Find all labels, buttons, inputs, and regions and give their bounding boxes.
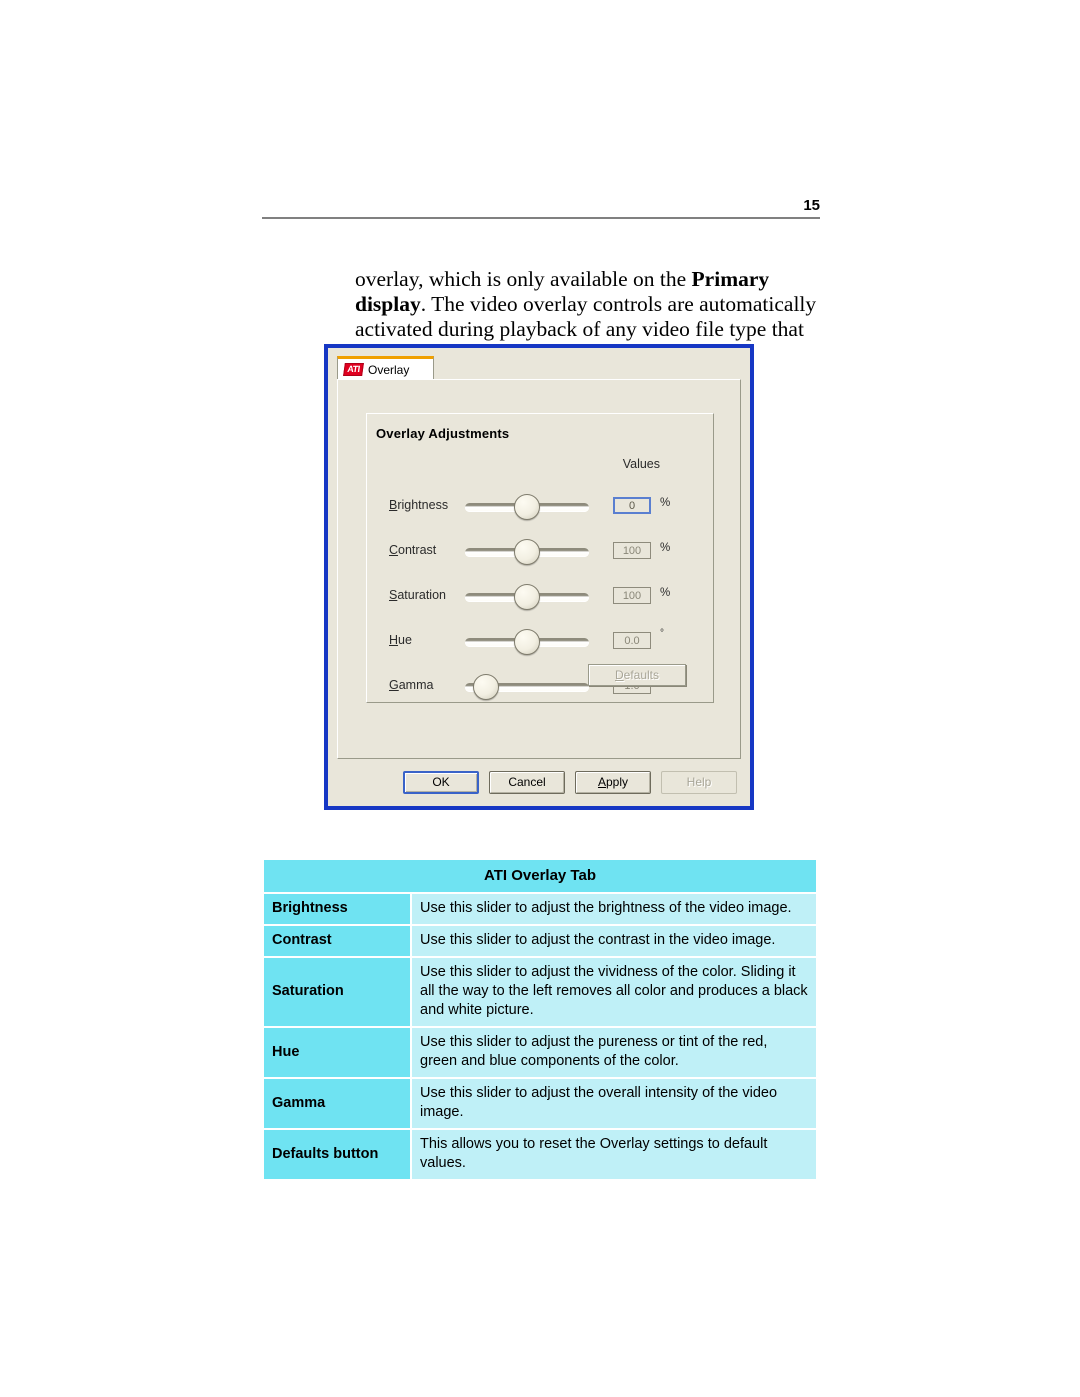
value-field-saturation[interactable]: 100 — [613, 587, 651, 604]
tab-overlay-label: Overlay — [368, 362, 410, 377]
slider-saturation[interactable] — [465, 584, 589, 610]
ok-button[interactable]: OK — [403, 770, 479, 794]
table-desc-gamma: Use this slider to adjust the overall in… — [412, 1079, 816, 1128]
accel-defaults: D — [614, 668, 624, 682]
value-field-hue[interactable]: 0.0 — [613, 632, 651, 649]
ati-overlay-dialog: ATI Overlay Overlay Adjustments Values B… — [324, 344, 754, 810]
slider-label-contrast: Contrast — [389, 543, 436, 557]
table-row: Hue Use this slider to adjust the purene… — [264, 1028, 816, 1077]
accel-apply: A — [597, 775, 606, 789]
accel-hue: H — [389, 633, 399, 647]
table-row: Gamma Use this slider to adjust the over… — [264, 1079, 816, 1128]
apply-button[interactable]: Apply — [575, 770, 651, 794]
value-field-contrast[interactable]: 100 — [613, 542, 651, 559]
slider-thumb-gamma[interactable] — [472, 674, 499, 700]
slider-thumb-contrast[interactable] — [514, 539, 540, 565]
slider-label-hue: Hue — [389, 633, 412, 647]
table-term-defaults-button: Defaults button — [264, 1130, 410, 1179]
value-field-brightness[interactable]: 0 — [613, 497, 651, 514]
tab-page-overlay: Overlay Adjustments Values Brightness 0 … — [337, 379, 741, 759]
table-row: Contrast Use this slider to adjust the c… — [264, 926, 816, 956]
groupbox-title: Overlay Adjustments — [376, 426, 510, 441]
value-unit-contrast: % — [660, 542, 671, 554]
defaults-button[interactable]: Defaults — [588, 664, 686, 686]
label-rest-saturation: aturation — [397, 588, 446, 602]
label-rest-brightness: rightness — [397, 498, 449, 512]
table-desc-saturation: Use this slider to adjust the vividness … — [412, 958, 816, 1026]
ati-overlay-reference-table: ATI Overlay Tab Brightness Use this slid… — [262, 858, 818, 1181]
slider-label-brightness: Brightness — [389, 498, 448, 512]
label-rest-contrast: ontrast — [398, 543, 437, 557]
cancel-button[interactable]: Cancel — [489, 770, 565, 794]
value-unit-saturation: % — [660, 587, 671, 599]
header-rule — [262, 217, 820, 219]
table-term-saturation: Saturation — [264, 958, 410, 1026]
tab-overlay[interactable]: ATI Overlay — [337, 356, 434, 380]
table-row: Brightness Use this slider to adjust the… — [264, 894, 816, 924]
label-rest-gamma: amma — [398, 678, 434, 692]
table-desc-contrast: Use this slider to adjust the contrast i… — [412, 926, 816, 956]
accel-gamma: G — [389, 678, 399, 692]
values-column-header: Values — [622, 457, 660, 471]
value-unit-brightness: % — [660, 497, 671, 509]
value-unit-hue: ° — [660, 628, 664, 639]
page-number: 15 — [803, 197, 820, 214]
slider-row-saturation: Saturation 100 % — [367, 574, 713, 619]
slider-row-brightness: Brightness 0 % — [367, 484, 713, 529]
defaults-button-label: efaults — [623, 668, 660, 682]
slider-contrast[interactable] — [465, 539, 589, 565]
slider-label-saturation: Saturation — [389, 588, 446, 602]
table-term-hue: Hue — [264, 1028, 410, 1077]
table-title: ATI Overlay Tab — [264, 860, 816, 892]
table-body: Brightness Use this slider to adjust the… — [264, 894, 816, 1179]
table-term-contrast: Contrast — [264, 926, 410, 956]
table-desc-defaults-button: This allows you to reset the Overlay set… — [412, 1130, 816, 1179]
help-button: Help — [661, 770, 737, 794]
slider-thumb-hue[interactable] — [514, 629, 540, 655]
table-term-brightness: Brightness — [264, 894, 410, 924]
slider-row-hue: Hue 0.0 ° — [367, 619, 713, 664]
slider-thumb-saturation[interactable] — [514, 584, 540, 610]
dialog-inner-surface: ATI Overlay Overlay Adjustments Values B… — [328, 348, 750, 806]
apply-button-label: pply — [606, 775, 629, 789]
page-header: 15 — [262, 198, 820, 219]
label-rest-hue: ue — [398, 633, 412, 647]
paragraph-text-start: overlay, which is only available on the — [355, 266, 692, 291]
dialog-button-row: OK Cancel Apply Help — [337, 766, 741, 798]
table-header-row: ATI Overlay Tab — [264, 860, 816, 892]
ati-logo-icon: ATI — [343, 363, 364, 376]
table-desc-hue: Use this slider to adjust the pureness o… — [412, 1028, 816, 1077]
overlay-adjustments-groupbox: Overlay Adjustments Values Brightness 0 … — [366, 413, 714, 703]
slider-gamma[interactable] — [465, 674, 589, 700]
table-term-gamma: Gamma — [264, 1079, 410, 1128]
slider-label-gamma: Gamma — [389, 678, 433, 692]
table-row: Saturation Use this slider to adjust the… — [264, 958, 816, 1026]
table-row: Defaults button This allows you to reset… — [264, 1130, 816, 1179]
slider-hue[interactable] — [465, 629, 589, 655]
table-desc-brightness: Use this slider to adjust the brightness… — [412, 894, 816, 924]
slider-row-contrast: Contrast 100 % — [367, 529, 713, 574]
tab-strip: ATI Overlay — [337, 356, 749, 380]
slider-brightness[interactable] — [465, 494, 589, 520]
slider-thumb-brightness[interactable] — [514, 494, 540, 520]
accel-contrast: C — [389, 543, 399, 557]
